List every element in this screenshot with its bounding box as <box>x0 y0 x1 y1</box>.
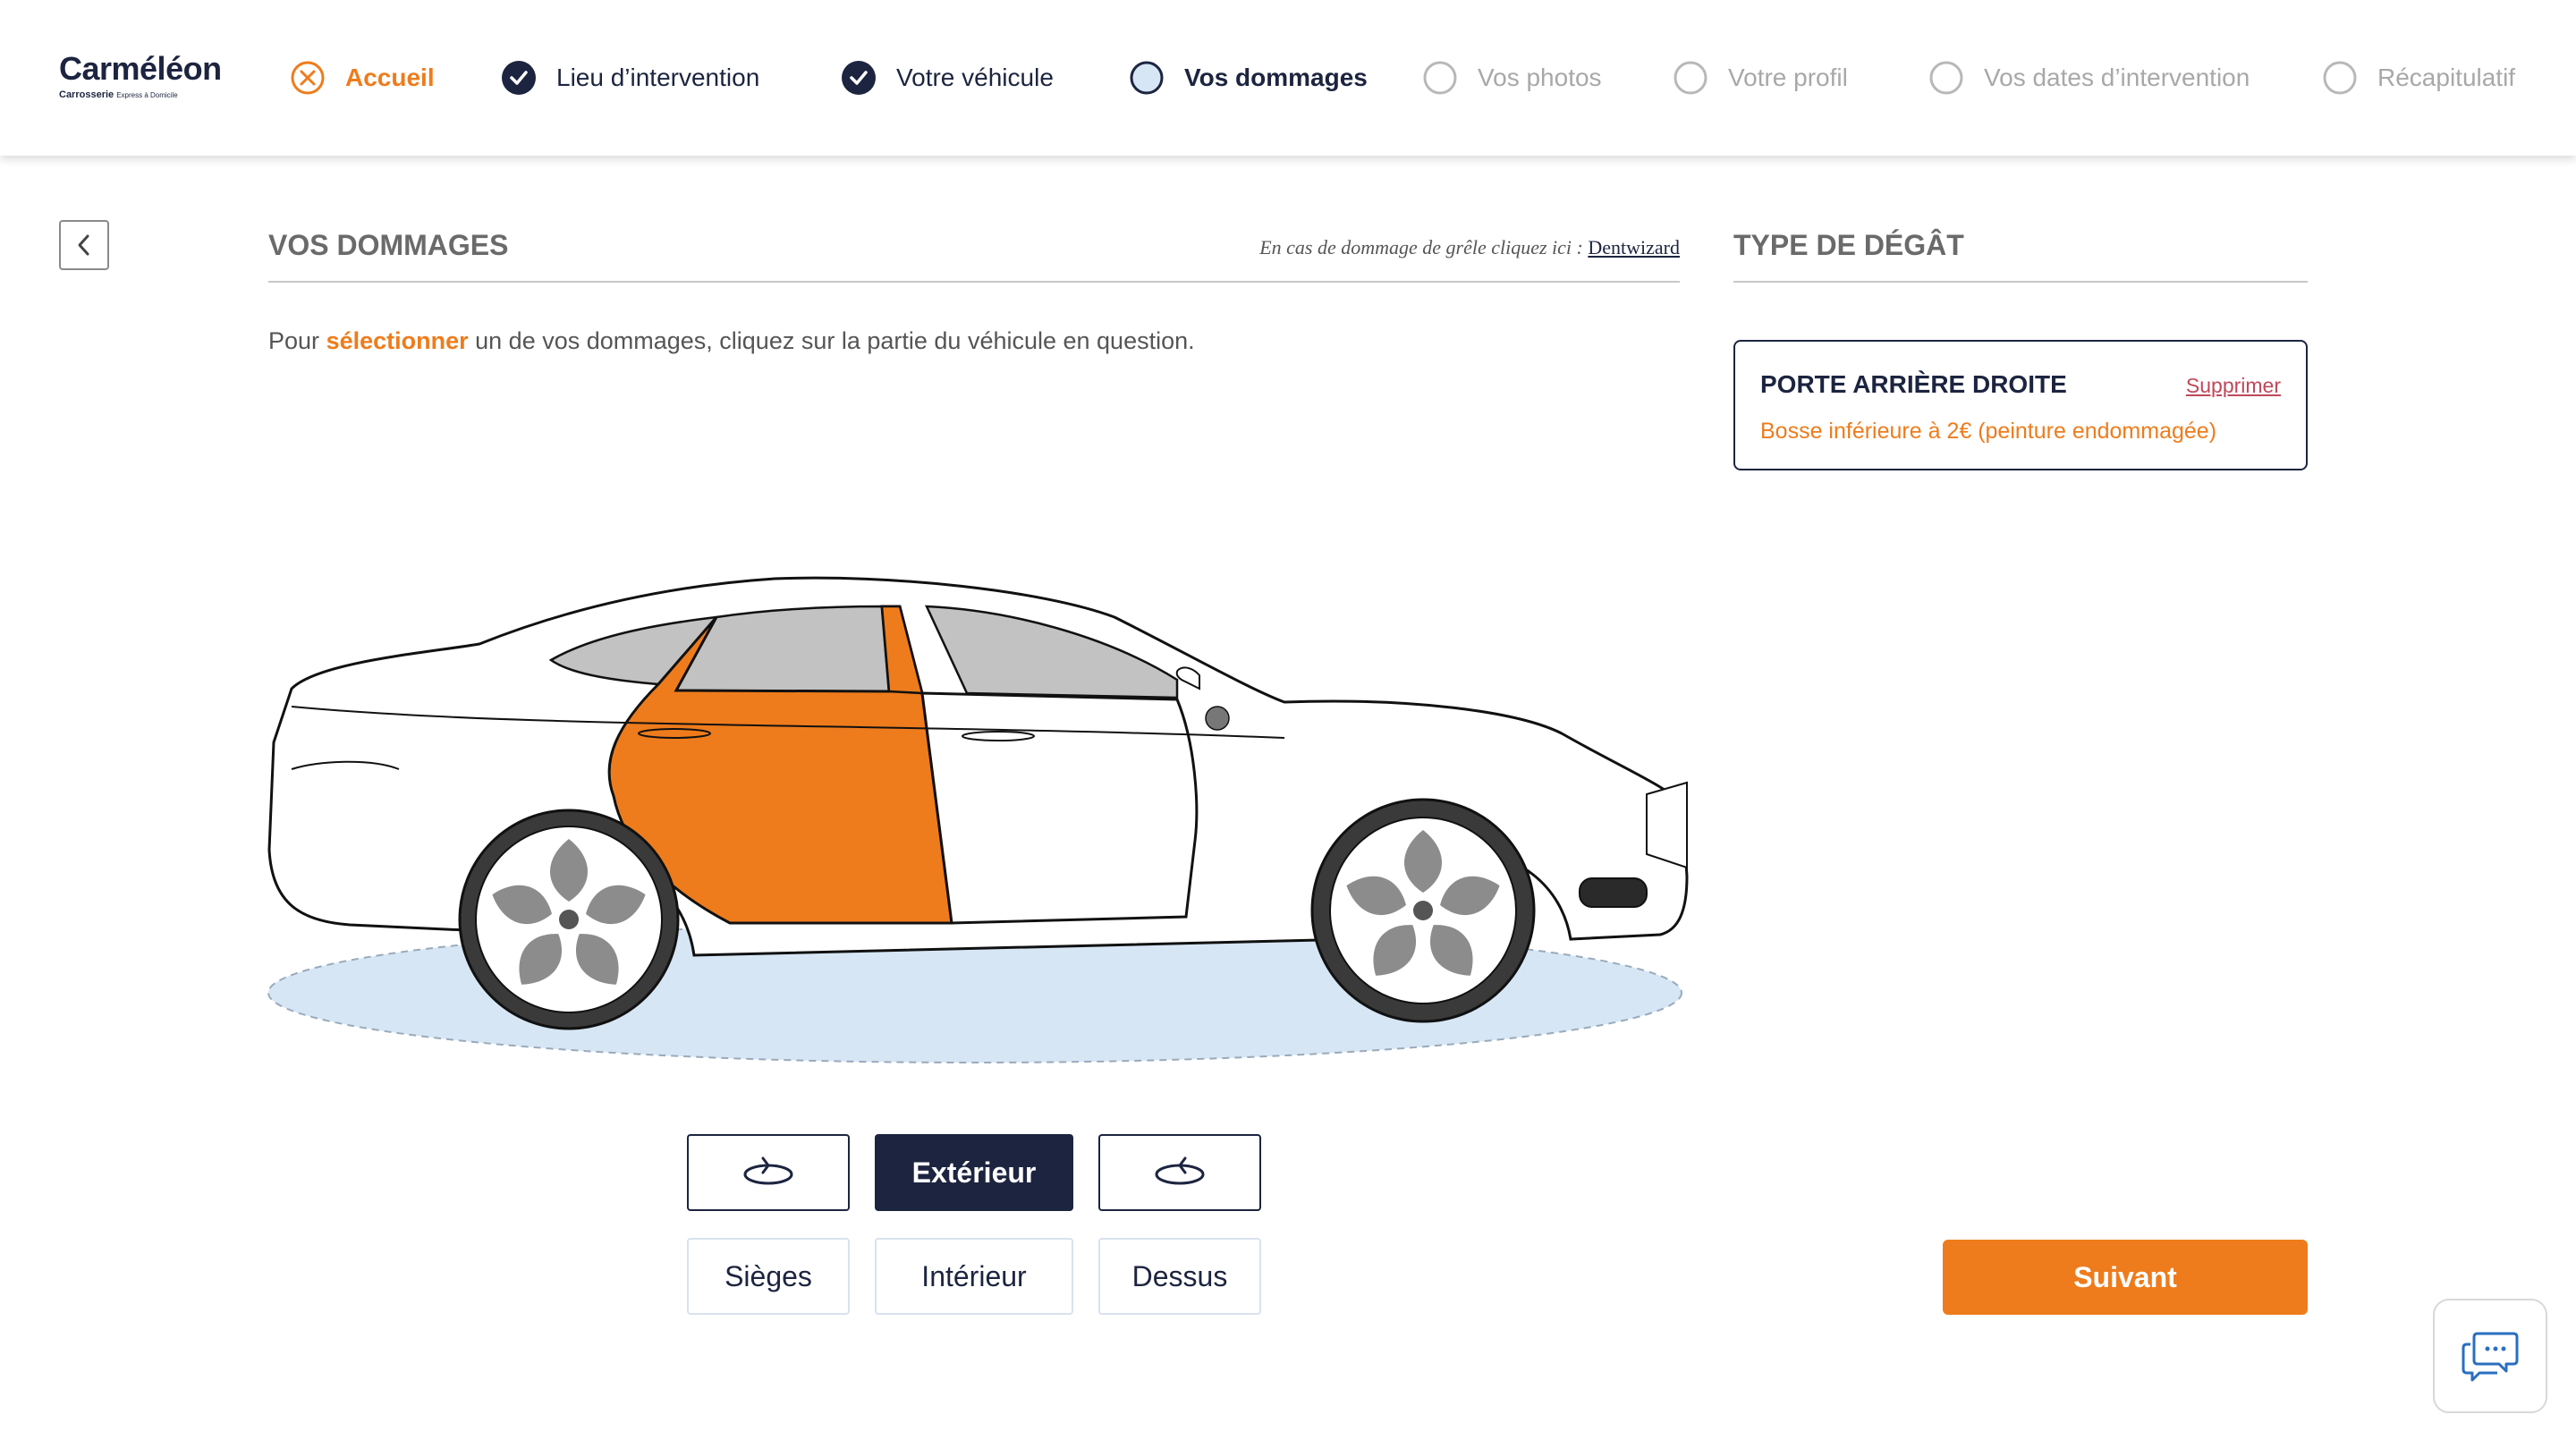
front-wheel[interactable] <box>1310 798 1536 1023</box>
current-circle-icon <box>1130 61 1164 95</box>
step-label: Vos dommages <box>1184 64 1368 91</box>
front-right-door-part[interactable] <box>920 691 1199 925</box>
top-bar: Carméléon Carrosserie Express à Domicile… <box>0 0 2576 156</box>
instruction-highlight: sélectionner <box>326 327 469 354</box>
instruction-text: Pour sélectionner un de vos dommages, cl… <box>268 327 1195 354</box>
damage-card[interactable]: PORTE ARRIÈRE DROITE Supprimer Bosse inf… <box>1733 340 2308 470</box>
check-circle-icon <box>842 61 876 95</box>
empty-circle-icon <box>1423 61 1457 95</box>
check-circle-icon <box>502 61 536 95</box>
rotate-right-button[interactable] <box>1098 1134 1261 1211</box>
fuel-cap <box>1205 706 1230 731</box>
step-label: Votre profil <box>1728 64 1848 91</box>
rotate-right-icon <box>1155 1156 1205 1185</box>
step-votre-profil[interactable]: Votre profil <box>1673 60 1848 96</box>
car-diagram <box>267 576 1689 1063</box>
damage-part-name: PORTE ARRIÈRE DROITE <box>1760 370 2067 398</box>
chat-icon <box>2462 1332 2519 1382</box>
exterior-view-button[interactable]: Extérieur <box>875 1134 1073 1211</box>
step-label: Vos photos <box>1478 64 1602 91</box>
rear-wheel[interactable] <box>458 809 680 1030</box>
seats-view-button[interactable]: Sièges <box>687 1238 850 1315</box>
step-label: Récapitulatif <box>2377 64 2516 91</box>
dentwizard-link[interactable]: Dentwizard <box>1588 236 1680 258</box>
page-title: VOS DOMMAGES <box>268 229 509 261</box>
next-button[interactable]: Suivant <box>1943 1240 2308 1315</box>
damage-description: Bosse inférieure à 2€ (peinture endommag… <box>1760 419 2217 444</box>
rotate-left-icon <box>743 1156 793 1185</box>
step-vos-dates[interactable]: Vos dates d’intervention <box>1928 60 2250 96</box>
step-lieu-intervention[interactable]: Lieu d’intervention <box>501 60 759 96</box>
interior-view-button[interactable]: Intérieur <box>875 1238 1073 1315</box>
empty-circle-icon <box>1674 61 1707 95</box>
step-recapitulatif[interactable]: Récapitulatif <box>2322 60 2515 96</box>
brand-tagline: Carrosserie Express à Domicile <box>59 89 178 100</box>
rotate-left-button[interactable] <box>687 1134 850 1211</box>
damage-type-title: TYPE DE DÉGÂT <box>1733 229 1964 261</box>
step-label: Accueil <box>345 64 435 91</box>
step-accueil[interactable]: Accueil <box>290 60 435 96</box>
close-circle-icon <box>291 61 325 95</box>
hail-note: En cas de dommage de grêle cliquez ici :… <box>1259 236 1680 259</box>
chat-button[interactable] <box>2433 1299 2547 1413</box>
brand-name: Carméléon <box>59 50 222 87</box>
front-grille[interactable] <box>1646 781 1688 869</box>
step-vos-photos[interactable]: Vos photos <box>1422 60 1602 96</box>
delete-damage-link[interactable]: Supprimer <box>2186 374 2281 398</box>
hail-text: En cas de dommage de grêle cliquez ici : <box>1259 236 1583 258</box>
side-divider <box>1733 281 2308 283</box>
top-view-button[interactable]: Dessus <box>1098 1238 1261 1315</box>
step-votre-vehicule[interactable]: Votre véhicule <box>841 60 1054 96</box>
brand-logo[interactable]: Carméléon Carrosserie Express à Domicile <box>59 50 222 100</box>
step-vos-dommages[interactable]: Vos dommages <box>1129 60 1368 96</box>
empty-circle-icon <box>1929 61 1963 95</box>
back-button[interactable] <box>59 220 109 270</box>
step-label: Lieu d’intervention <box>556 64 760 91</box>
title-divider <box>268 281 1680 283</box>
step-label: Votre véhicule <box>896 64 1054 91</box>
empty-circle-icon <box>2323 61 2357 95</box>
fog-light[interactable] <box>1579 877 1648 908</box>
chevron-left-icon <box>78 234 89 256</box>
step-label: Vos dates d’intervention <box>1984 64 2250 91</box>
